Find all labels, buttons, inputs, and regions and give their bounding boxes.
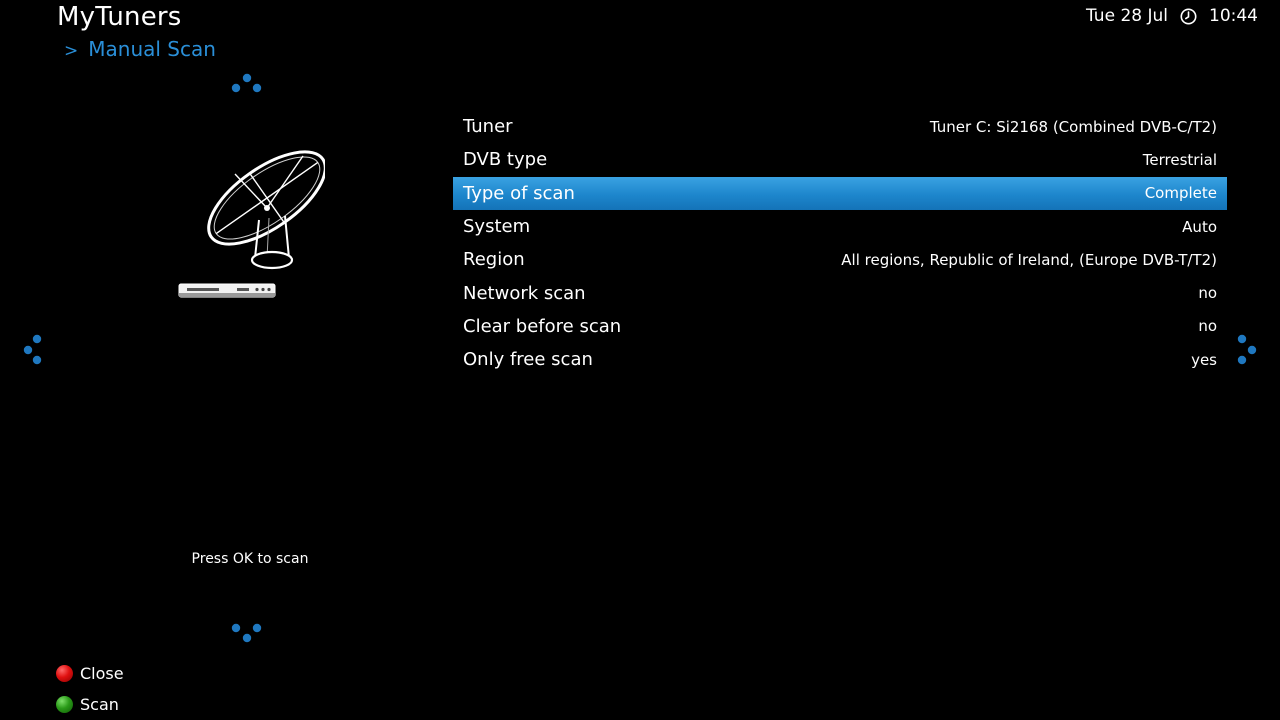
setting-value: Terrestrial — [1142, 150, 1217, 169]
setting-row-clear-before-scan[interactable]: Clear before scan no — [453, 310, 1227, 343]
setting-label: Tuner — [463, 116, 513, 138]
satellite-dish-receiver-icon — [175, 148, 327, 300]
setting-value: Tuner C: Si2168 (Combined DVB-C/T2) — [929, 117, 1217, 136]
color-key-legend: Close Scan — [56, 658, 124, 720]
breadcrumb: > Manual Scan — [64, 37, 216, 61]
time-label: 10:44 — [1209, 6, 1258, 26]
setting-row-dvb-type[interactable]: DVB type Terrestrial — [453, 143, 1227, 176]
app-title: MyTuners — [57, 2, 182, 32]
manual-scan-screen: MyTuners > Manual Scan Tue 28 Jul 10:44 — [0, 0, 1280, 720]
setting-row-region[interactable]: Region All regions, Republic of Ireland,… — [453, 243, 1227, 276]
setting-value: no — [1198, 284, 1217, 303]
setting-label: Network scan — [463, 282, 586, 304]
date-label: Tue 28 Jul — [1086, 6, 1168, 26]
scan-hint-text: Press OK to scan — [191, 551, 309, 567]
setting-label: Clear before scan — [463, 315, 622, 337]
setting-label: System — [463, 216, 531, 238]
green-button-icon — [56, 696, 73, 713]
setting-label: Type of scan — [463, 182, 575, 204]
setting-label: Region — [463, 249, 525, 271]
close-button-label: Close — [80, 664, 124, 683]
scroll-left-indicator-icon — [22, 334, 46, 366]
setting-row-type-of-scan[interactable]: Type of scan Complete — [453, 176, 1227, 210]
setting-label: DVB type — [463, 149, 548, 171]
setting-value: yes — [1191, 350, 1217, 369]
breadcrumb-current: Manual Scan — [88, 37, 216, 61]
clock: Tue 28 Jul 10:44 — [1086, 6, 1258, 26]
scan-settings-list: Tuner Tuner C: Si2168 (Combined DVB-C/T2… — [453, 110, 1227, 376]
setting-row-tuner[interactable]: Tuner Tuner C: Si2168 (Combined DVB-C/T2… — [453, 110, 1227, 143]
scroll-down-indicator-icon — [231, 622, 262, 644]
breadcrumb-separator: > — [64, 41, 79, 61]
setting-value: Complete — [1144, 184, 1217, 203]
scroll-up-indicator-icon — [231, 73, 262, 95]
setting-label: Only free scan — [463, 349, 593, 371]
setting-value: no — [1198, 317, 1217, 336]
clock-icon — [1180, 8, 1197, 25]
setting-row-system[interactable]: System Auto — [453, 210, 1227, 243]
setting-value: Auto — [1182, 217, 1217, 236]
setting-row-network-scan[interactable]: Network scan no — [453, 276, 1227, 309]
red-button-icon — [56, 665, 73, 682]
scroll-right-indicator-icon — [1234, 334, 1258, 366]
setting-value: All regions, Republic of Ireland, (Europ… — [841, 250, 1217, 269]
close-button[interactable]: Close — [56, 658, 124, 689]
setting-row-only-free-scan[interactable]: Only free scan yes — [453, 343, 1227, 376]
scan-button[interactable]: Scan — [56, 689, 124, 720]
scan-button-label: Scan — [80, 695, 119, 714]
